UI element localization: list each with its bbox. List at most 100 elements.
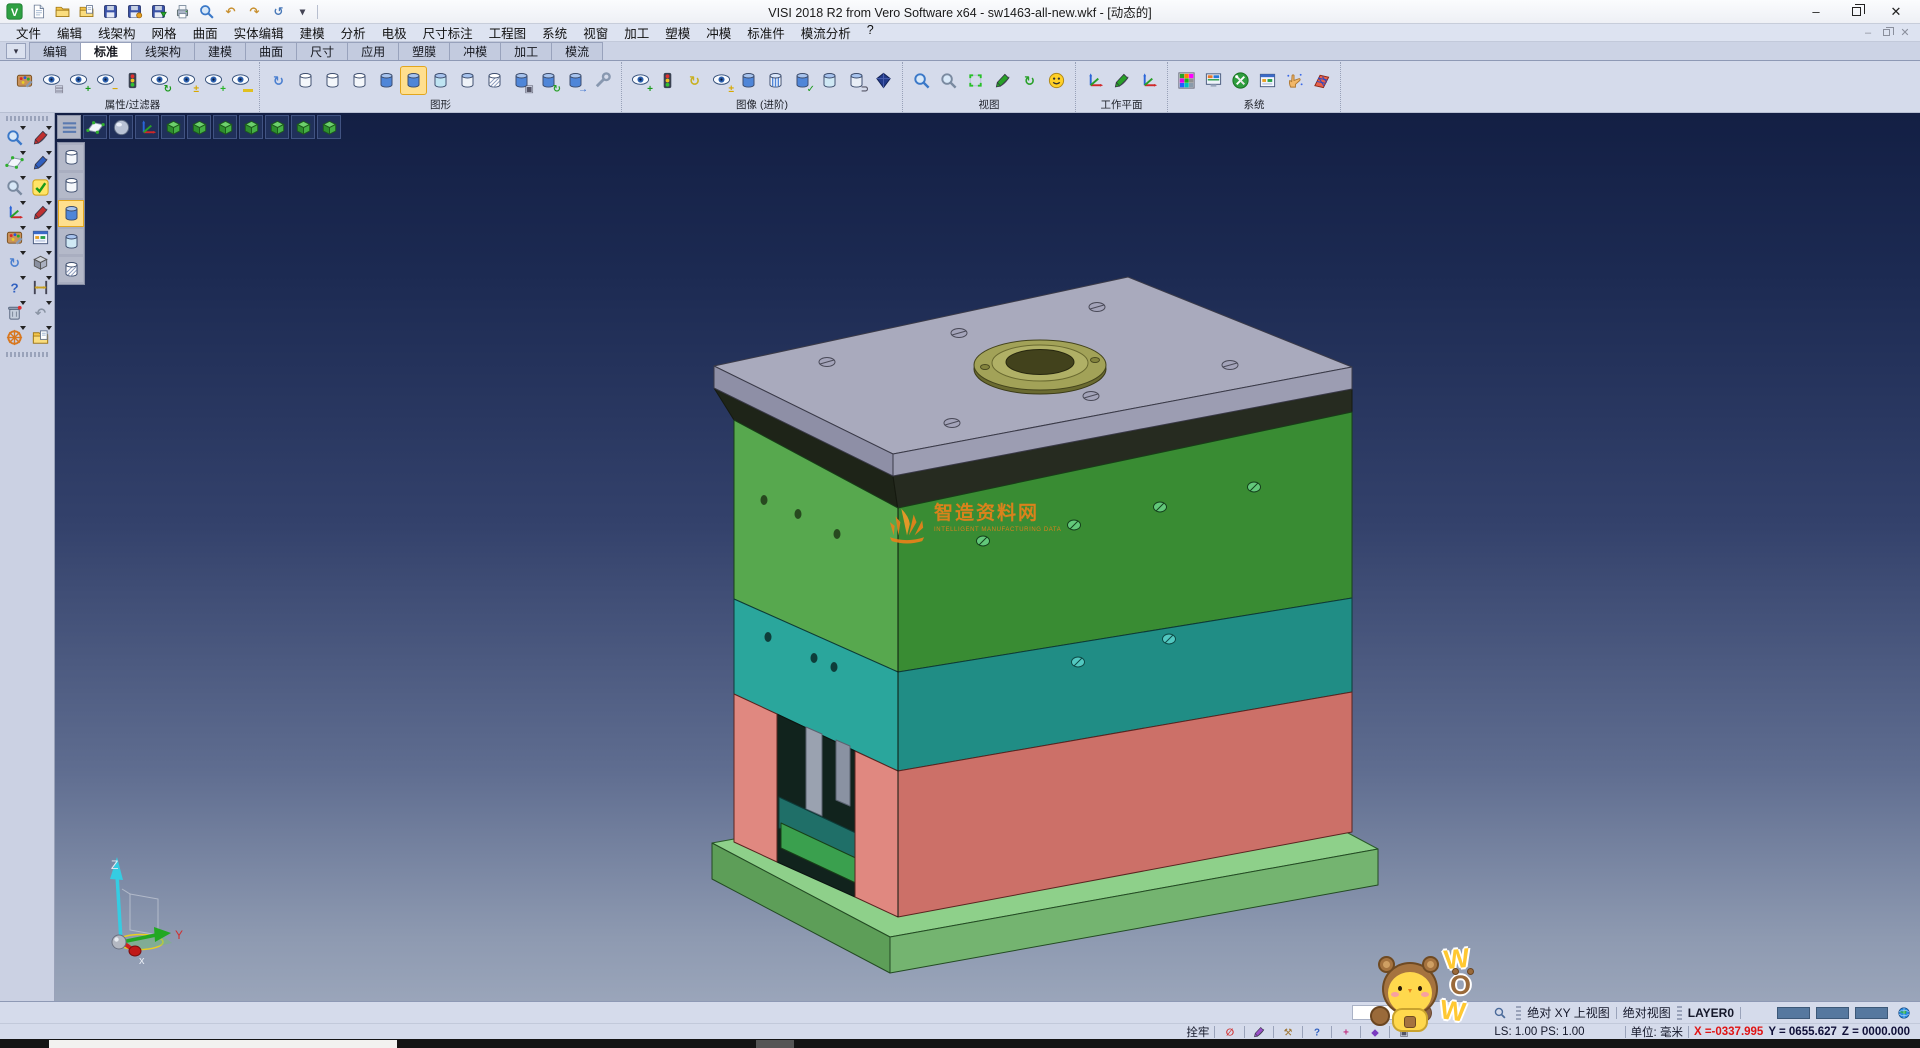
tab-线架构[interactable]: 线架构 xyxy=(131,42,195,60)
print-icon[interactable] xyxy=(172,2,193,22)
view-regen-icon[interactable]: ↻ xyxy=(2,250,27,274)
dropdown-arrow-icon[interactable] xyxy=(46,301,52,305)
menu-item-线架构[interactable]: 线架构 xyxy=(90,23,144,42)
style-hatch-icon[interactable] xyxy=(59,257,83,282)
tab-标准[interactable]: 标准 xyxy=(80,42,132,60)
save-all-icon[interactable] xyxy=(148,2,169,22)
undo-last-icon[interactable]: ↶ xyxy=(28,300,53,324)
invert-visibility-icon[interactable]: ± xyxy=(174,67,199,94)
adv-invert-icon[interactable]: ± xyxy=(709,67,734,94)
menu-item-标准件[interactable]: 标准件 xyxy=(739,23,793,42)
system-options-icon[interactable] xyxy=(1228,67,1253,94)
color-table-icon[interactable] xyxy=(1174,67,1199,94)
workplane-reset-icon[interactable] xyxy=(1136,67,1161,94)
view-side-icon[interactable] xyxy=(265,115,289,139)
dropdown-arrow-icon[interactable] xyxy=(46,251,52,255)
wireframe-dashed-icon[interactable] xyxy=(347,67,372,94)
tab-模流[interactable]: 模流 xyxy=(551,42,603,60)
spacer-rail-right[interactable] xyxy=(855,751,898,917)
view-front-icon[interactable] xyxy=(239,115,263,139)
database-table-icon[interactable] xyxy=(1309,67,1334,94)
support-pillar-front[interactable] xyxy=(806,727,822,816)
style-hidden-icon[interactable] xyxy=(59,173,83,198)
menu-item-编辑[interactable]: 编辑 xyxy=(49,23,90,42)
dropdown-arrow-icon[interactable] xyxy=(20,251,26,255)
view-top-icon[interactable] xyxy=(291,115,315,139)
menu-item-加工[interactable]: 加工 xyxy=(616,23,657,42)
hide-entities-icon[interactable]: − xyxy=(93,67,118,94)
render-settings-icon[interactable] xyxy=(590,67,615,94)
zoom-solid-icon[interactable] xyxy=(2,175,27,199)
close-button[interactable]: ✕ xyxy=(1876,2,1916,22)
dropdown-arrow-icon[interactable] xyxy=(46,226,52,230)
dropdown-arrow-icon[interactable] xyxy=(46,151,52,155)
dropdown-arrow-icon[interactable] xyxy=(20,151,26,155)
window-tile-icon[interactable] xyxy=(28,225,53,249)
dropdown-arrow-icon[interactable] xyxy=(46,176,52,180)
status-absolute-view[interactable]: 绝对视图 xyxy=(1623,1004,1671,1021)
workplane-entity-icon[interactable] xyxy=(1109,67,1134,94)
show-entities-icon[interactable]: + xyxy=(66,67,91,94)
adv-recycle-icon[interactable]: ↻ xyxy=(682,67,707,94)
menu-item-电极[interactable]: 电极 xyxy=(374,23,415,42)
adv-show-add-icon[interactable]: + xyxy=(628,67,653,94)
origin-axes-icon[interactable] xyxy=(135,115,159,139)
hidden-line-view-icon[interactable] xyxy=(455,67,480,94)
mdi-close-button[interactable]: ✕ xyxy=(1896,26,1914,39)
history-icon[interactable]: ↺ xyxy=(268,2,289,22)
menu-item-工程图[interactable]: 工程图 xyxy=(481,23,535,42)
status-highlight-icon[interactable] xyxy=(1249,1025,1269,1039)
status-layer[interactable]: LAYER0 xyxy=(1688,1006,1734,1020)
status-build-icon[interactable]: ⚒ xyxy=(1278,1025,1298,1039)
support-pillar-back[interactable] xyxy=(836,740,850,806)
shaded-edges-view-icon[interactable] xyxy=(401,67,426,94)
dropdown-arrow-icon[interactable] xyxy=(20,226,26,230)
menu-item-冲模[interactable]: 冲模 xyxy=(698,23,739,42)
ucs-axes-icon[interactable] xyxy=(2,200,27,224)
style-ghost-icon[interactable] xyxy=(59,229,83,254)
dropdown-arrow-icon[interactable] xyxy=(46,326,52,330)
menu-item-尺寸标注[interactable]: 尺寸标注 xyxy=(415,23,481,42)
status-help-icon[interactable]: ? xyxy=(1307,1025,1327,1039)
dropdown-arrow-icon[interactable] xyxy=(20,126,26,130)
adv-spin-icon[interactable] xyxy=(871,67,896,94)
menu-item-实体编辑[interactable]: 实体编辑 xyxy=(226,23,292,42)
adv-validate-icon[interactable]: ✓ xyxy=(790,67,815,94)
hide-all-icon[interactable]: ▬ xyxy=(228,67,253,94)
tab-dropdown-button[interactable]: ▾ xyxy=(6,43,26,59)
dropdown-arrow-icon[interactable] xyxy=(46,201,52,205)
navigate-wheel-icon[interactable] xyxy=(2,325,27,349)
adv-ghost-icon[interactable] xyxy=(817,67,842,94)
open-model-icon[interactable] xyxy=(76,2,97,22)
zoom-window-icon[interactable] xyxy=(936,67,961,94)
attributes-view-icon[interactable]: ▤ xyxy=(39,67,64,94)
status-filter-off-icon[interactable]: ∅ xyxy=(1220,1025,1240,1039)
ime-badge[interactable]: A xyxy=(1414,1004,1432,1022)
print-preview-icon[interactable] xyxy=(196,2,217,22)
tab-加工[interactable]: 加工 xyxy=(500,42,552,60)
shaded-export-icon[interactable]: → xyxy=(563,67,588,94)
attributes-paint-icon[interactable] xyxy=(12,67,37,94)
mdi-restore-button[interactable] xyxy=(1883,29,1890,36)
edit-wireframe-icon[interactable] xyxy=(28,125,53,149)
view-menu-icon[interactable] xyxy=(57,115,81,139)
save-icon[interactable] xyxy=(100,2,121,22)
view-frame-icon[interactable] xyxy=(963,67,988,94)
minimize-button[interactable]: – xyxy=(1796,2,1836,22)
dropdown-arrow-icon[interactable] xyxy=(20,301,26,305)
command-input[interactable]: A xyxy=(1352,1005,1424,1020)
view-iso-icon[interactable] xyxy=(161,115,185,139)
menu-item-塑模[interactable]: 塑模 xyxy=(657,23,698,42)
regen-graphics-icon[interactable]: ↻ xyxy=(266,67,291,94)
file-import-icon[interactable] xyxy=(28,325,53,349)
save-as-icon[interactable] xyxy=(124,2,145,22)
dropdown-arrow-icon[interactable] xyxy=(20,201,26,205)
hatched-view-icon[interactable] xyxy=(482,67,507,94)
more-commands-icon[interactable]: ▾ xyxy=(292,2,313,22)
zoom-view-icon[interactable] xyxy=(909,67,934,94)
style-shaded-icon[interactable] xyxy=(59,201,83,226)
tab-冲模[interactable]: 冲模 xyxy=(449,42,501,60)
tab-编辑[interactable]: 编辑 xyxy=(29,42,81,60)
selection-search-icon[interactable] xyxy=(2,125,27,149)
adv-shaded-icon[interactable] xyxy=(736,67,761,94)
